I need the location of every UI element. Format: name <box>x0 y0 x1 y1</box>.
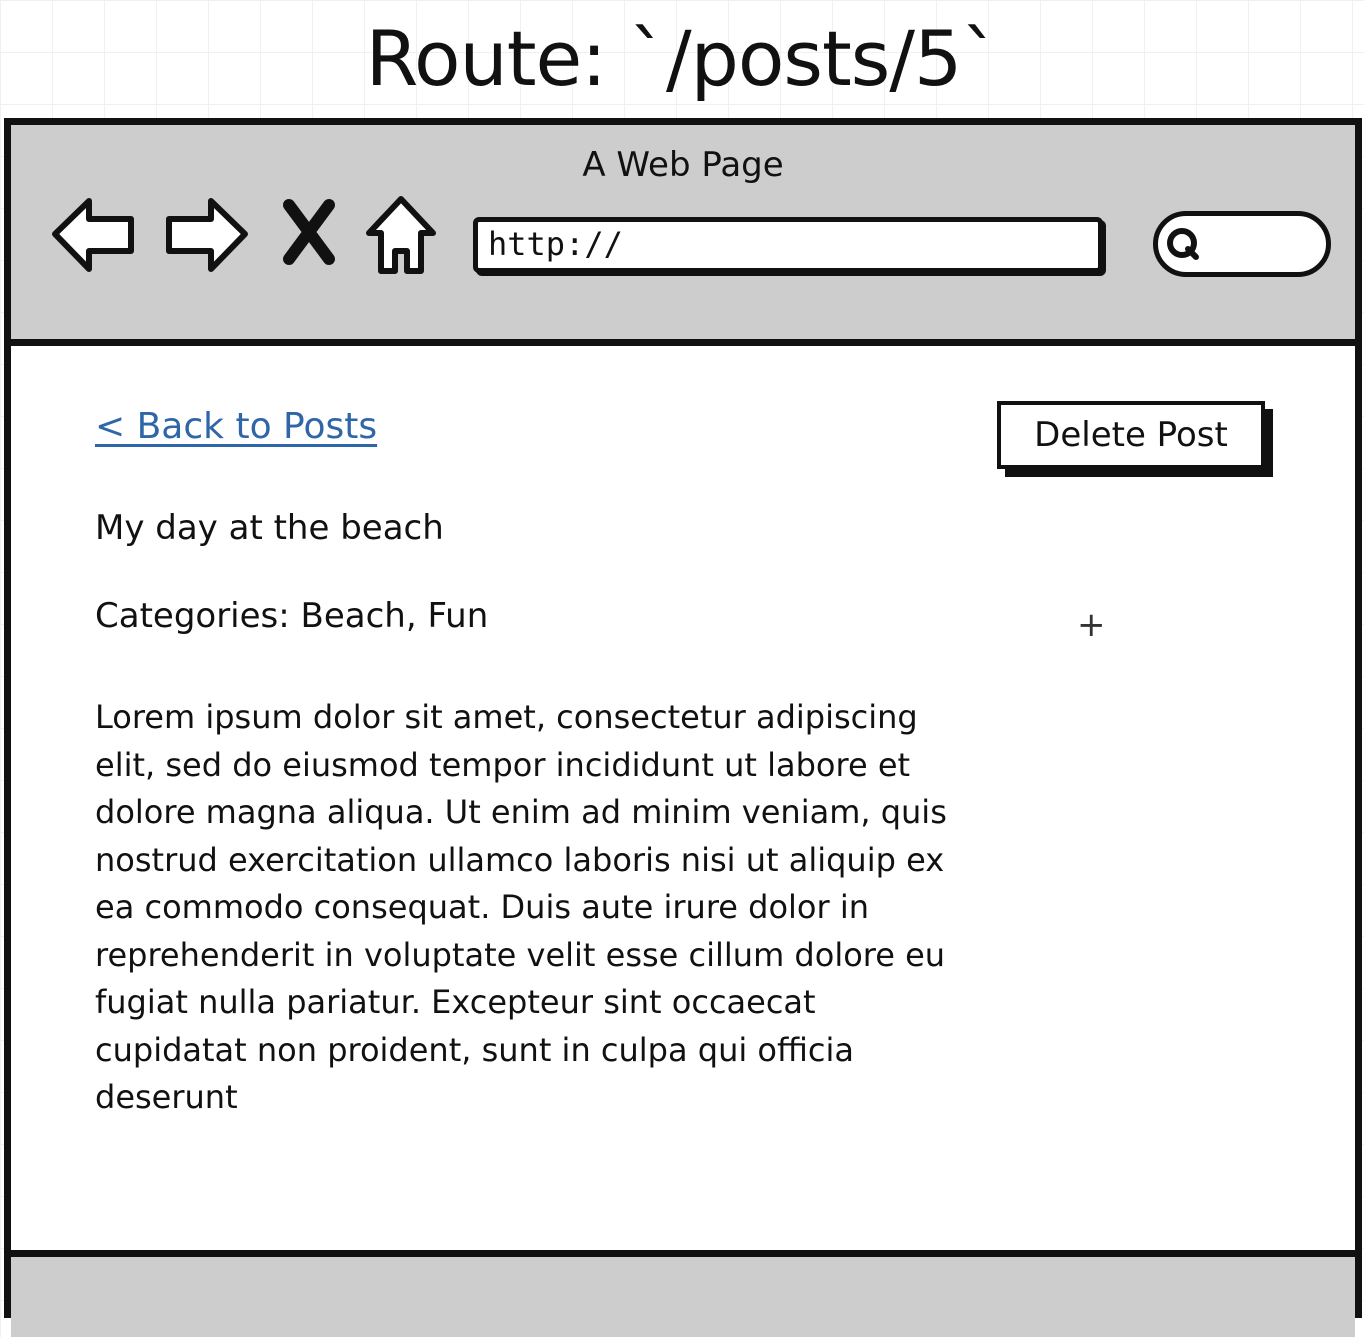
route-title: Route: `/posts/5` <box>365 14 1000 103</box>
browser-toolbar: A Web Page http:// <box>11 125 1355 346</box>
post-body: Lorem ipsum dolor sit amet, consectetur … <box>95 698 947 1116</box>
back-to-posts-link[interactable]: < Back to Posts <box>95 406 377 447</box>
crosshair-cursor-icon: + <box>1077 605 1106 645</box>
search-icon <box>1167 228 1199 260</box>
browser-search-box[interactable] <box>1153 211 1331 277</box>
post-categories: Categories: Beach, Fun <box>95 596 489 636</box>
browser-window: A Web Page http:// < Back to Posts Delet… <box>4 118 1362 1337</box>
window-title: A Web Page <box>582 145 784 185</box>
home-icon[interactable] <box>363 189 439 279</box>
back-arrow-icon[interactable] <box>49 189 139 279</box>
url-bar[interactable]: http:// <box>473 217 1103 273</box>
status-bar <box>11 1250 1355 1337</box>
post-title: My day at the beach <box>95 508 444 548</box>
delete-post-button[interactable]: Delete Post <box>997 401 1265 469</box>
forward-arrow-icon[interactable] <box>161 189 251 279</box>
close-icon[interactable] <box>281 197 337 287</box>
page-content: < Back to Posts Delete Post My day at th… <box>11 346 1355 1250</box>
